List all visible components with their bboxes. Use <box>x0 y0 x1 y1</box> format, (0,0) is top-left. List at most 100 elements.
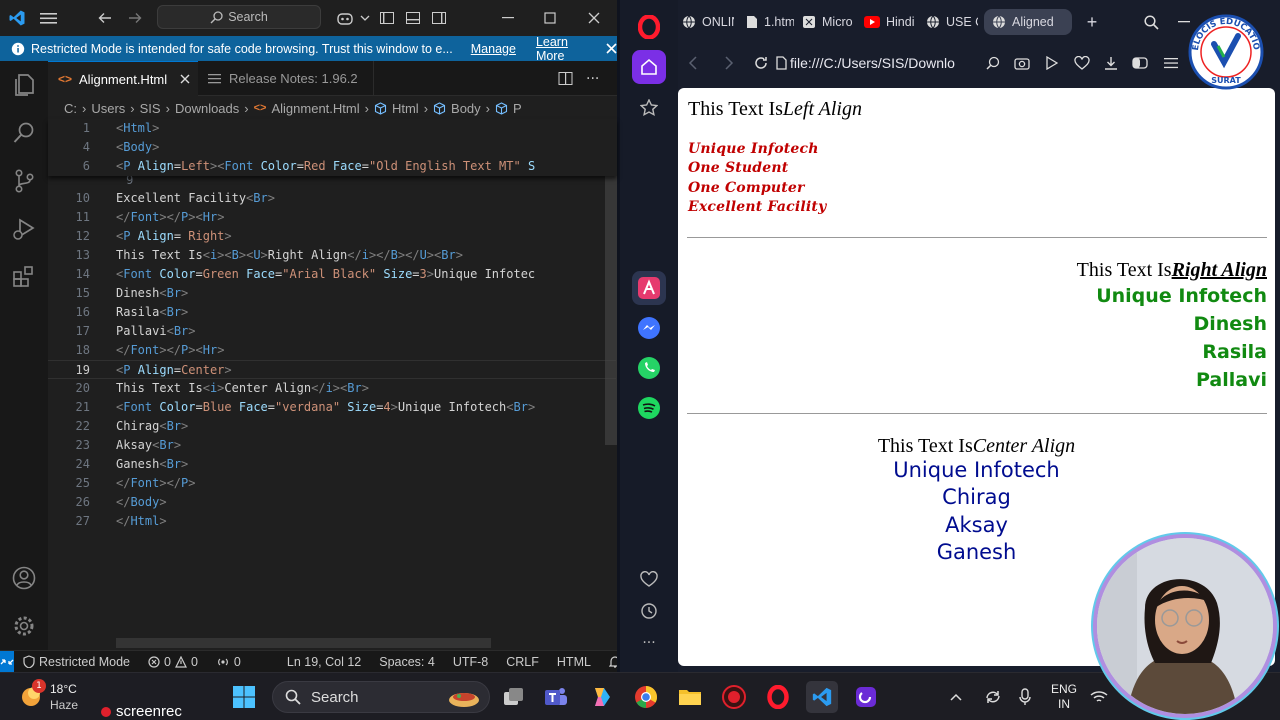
breadcrumb-item[interactable]: Html <box>392 101 419 116</box>
close-banner-icon[interactable] <box>606 43 617 54</box>
sync-icon[interactable] <box>980 681 1006 713</box>
bookmark-heart-icon[interactable] <box>1074 50 1092 76</box>
sticky-code-line[interactable]: 6 <P Align=Left><Font Color=Red Face="Old… <box>48 157 616 176</box>
task-view-icon[interactable] <box>498 681 530 713</box>
spotify-icon[interactable] <box>632 391 666 425</box>
screen-recorder-icon[interactable] <box>718 681 750 713</box>
sticky-code-line[interactable]: 1 <Html> <box>48 119 616 138</box>
aria-icon[interactable] <box>632 271 666 305</box>
language-mode[interactable]: HTML <box>548 655 600 669</box>
tab-release-notes[interactable]: Release Notes: 1.96.2 <box>198 61 374 96</box>
code-editor[interactable]: 1 <Html> 4 <Body> 6 <P Align=Left><Font Color… <box>48 119 617 650</box>
extensions-icon[interactable] <box>0 253 48 301</box>
weather-text[interactable]: 18°C Haze <box>50 681 78 713</box>
tab-use[interactable]: USE C <box>926 9 978 35</box>
back-icon[interactable] <box>688 50 706 76</box>
run-debug-icon[interactable] <box>0 205 48 253</box>
page-info-icon[interactable] <box>776 50 790 76</box>
new-tab-icon[interactable]: + <box>1082 9 1102 35</box>
problems-status[interactable]: 0 0 <box>139 655 207 669</box>
minimize-icon[interactable] <box>488 0 528 35</box>
start-icon[interactable] <box>228 681 260 713</box>
breadcrumb-item[interactable]: Body <box>451 101 481 116</box>
breadcrumb-item[interactable]: SIS <box>140 101 161 116</box>
breadcrumb-item[interactable]: C: <box>64 101 77 116</box>
learn-more-link[interactable]: Learn More <box>536 35 592 63</box>
taskbar-search[interactable]: Search <box>272 681 490 713</box>
code-line[interactable]: 16 Rasila<Br> <box>48 303 616 322</box>
chrome-icon[interactable] <box>630 681 662 713</box>
player-icon[interactable] <box>1044 50 1062 76</box>
ports-status[interactable]: 0 <box>207 655 250 669</box>
command-center-search[interactable]: Search <box>157 5 321 29</box>
home-icon[interactable] <box>632 50 666 84</box>
reload-icon[interactable] <box>754 50 774 76</box>
eol-status[interactable]: CRLF <box>497 655 548 669</box>
encoding-status[interactable]: UTF-8 <box>444 655 497 669</box>
messenger-icon[interactable] <box>632 311 666 345</box>
code-line[interactable]: 13 This Text Is<i><B><U>Right Align</i></… <box>48 246 616 265</box>
code-line[interactable]: 20 This Text Is<i>Center Align</i><Br> <box>48 379 616 398</box>
indentation-status[interactable]: Spaces: 4 <box>370 655 444 669</box>
vertical-scrollbar[interactable] <box>605 171 617 445</box>
breadcrumb-item[interactable]: Alignment.Html <box>271 101 359 116</box>
tab-alignment-html[interactable]: <> Alignment.Html <box>48 61 198 96</box>
manage-gear-icon[interactable] <box>0 602 48 650</box>
explorer-icon[interactable] <box>0 61 48 109</box>
restricted-mode-status[interactable]: Restricted Mode <box>14 655 139 669</box>
code-line[interactable]: 23 Aksay<Br> <box>48 436 616 455</box>
weather-widget-icon[interactable]: 1 <box>18 679 48 711</box>
more-sidebar-icon[interactable]: ··· <box>632 626 666 660</box>
code-line[interactable]: 17 Pallavi<Br> <box>48 322 616 341</box>
breadcrumb-item[interactable]: Users <box>91 101 125 116</box>
back-arrow-icon[interactable] <box>90 0 120 35</box>
snapshot-icon[interactable] <box>1014 50 1032 76</box>
code-line[interactable]: 18 </Font></P><Hr> <box>48 341 616 360</box>
language-indicator[interactable]: ENG IN <box>1048 682 1080 712</box>
close-window-icon[interactable] <box>573 0 615 35</box>
pinboard-icon[interactable] <box>632 91 666 125</box>
code-line[interactable]: 24 Ganesh<Br> <box>48 455 616 474</box>
teams-icon[interactable] <box>540 681 572 713</box>
forward-arrow-icon[interactable] <box>120 0 150 35</box>
whatsapp-icon[interactable] <box>632 351 666 385</box>
remote-icon[interactable] <box>0 650 14 673</box>
url-field[interactable]: file:///C:/Users/SIS/Downlo <box>790 50 965 76</box>
tab-1-htm[interactable]: 1.htm <box>746 9 794 35</box>
tab-aligned[interactable]: Aligned <box>984 9 1072 35</box>
code-line[interactable]: 15 Dinesh<Br> <box>48 284 616 303</box>
horizontal-scrollbar[interactable] <box>116 638 491 648</box>
opera-logo-icon[interactable] <box>632 10 666 44</box>
copilot-taskbar-icon[interactable] <box>585 681 617 713</box>
vscode-taskbar-icon[interactable] <box>806 681 838 713</box>
search-tabs-icon[interactable] <box>1144 9 1164 35</box>
opera-taskbar-icon[interactable] <box>762 681 794 713</box>
code-line[interactable]: 26 </Body> <box>48 493 616 512</box>
heart-icon[interactable] <box>632 562 666 596</box>
toggle-secondary-sidebar-icon[interactable] <box>424 0 454 35</box>
code-line[interactable]: 21 <Font Color=Blue Face="verdana" Size=4… <box>48 398 616 417</box>
find-icon[interactable] <box>986 50 1004 76</box>
search-view-icon[interactable] <box>0 109 48 157</box>
forward-icon[interactable] <box>724 50 742 76</box>
more-actions-icon[interactable]: ··· <box>586 71 599 87</box>
breadcrumb-item[interactable]: Downloads <box>175 101 239 116</box>
chevron-up-icon[interactable] <box>946 681 966 713</box>
maximize-icon[interactable] <box>530 0 570 35</box>
account-icon[interactable] <box>0 554 48 602</box>
code-line[interactable]: 14 <Font Color=Green Face="Arial Black" S… <box>48 265 616 284</box>
code-line[interactable]: 25 </Font></P> <box>48 474 616 493</box>
tab-hindi[interactable]: Hindi <box>864 9 916 35</box>
cursor-position[interactable]: Ln 19, Col 12 <box>278 655 370 669</box>
download-icon[interactable] <box>1104 50 1122 76</box>
tab-microsoft[interactable]: Micro <box>802 9 856 35</box>
code-line[interactable]: 10 Excellent Facility<Br> <box>48 189 616 208</box>
code-line[interactable]: 11 </Font></P><Hr> <box>48 208 616 227</box>
microphone-icon[interactable] <box>1012 681 1038 713</box>
code-line[interactable]: 22 Chirag<Br> <box>48 417 616 436</box>
source-control-icon[interactable] <box>0 157 48 205</box>
easy-setup-icon[interactable] <box>1132 50 1150 76</box>
manage-link[interactable]: Manage <box>471 42 516 56</box>
code-line[interactable]: 12 <P Align= Right> <box>48 227 616 246</box>
app-icon[interactable] <box>850 681 882 713</box>
